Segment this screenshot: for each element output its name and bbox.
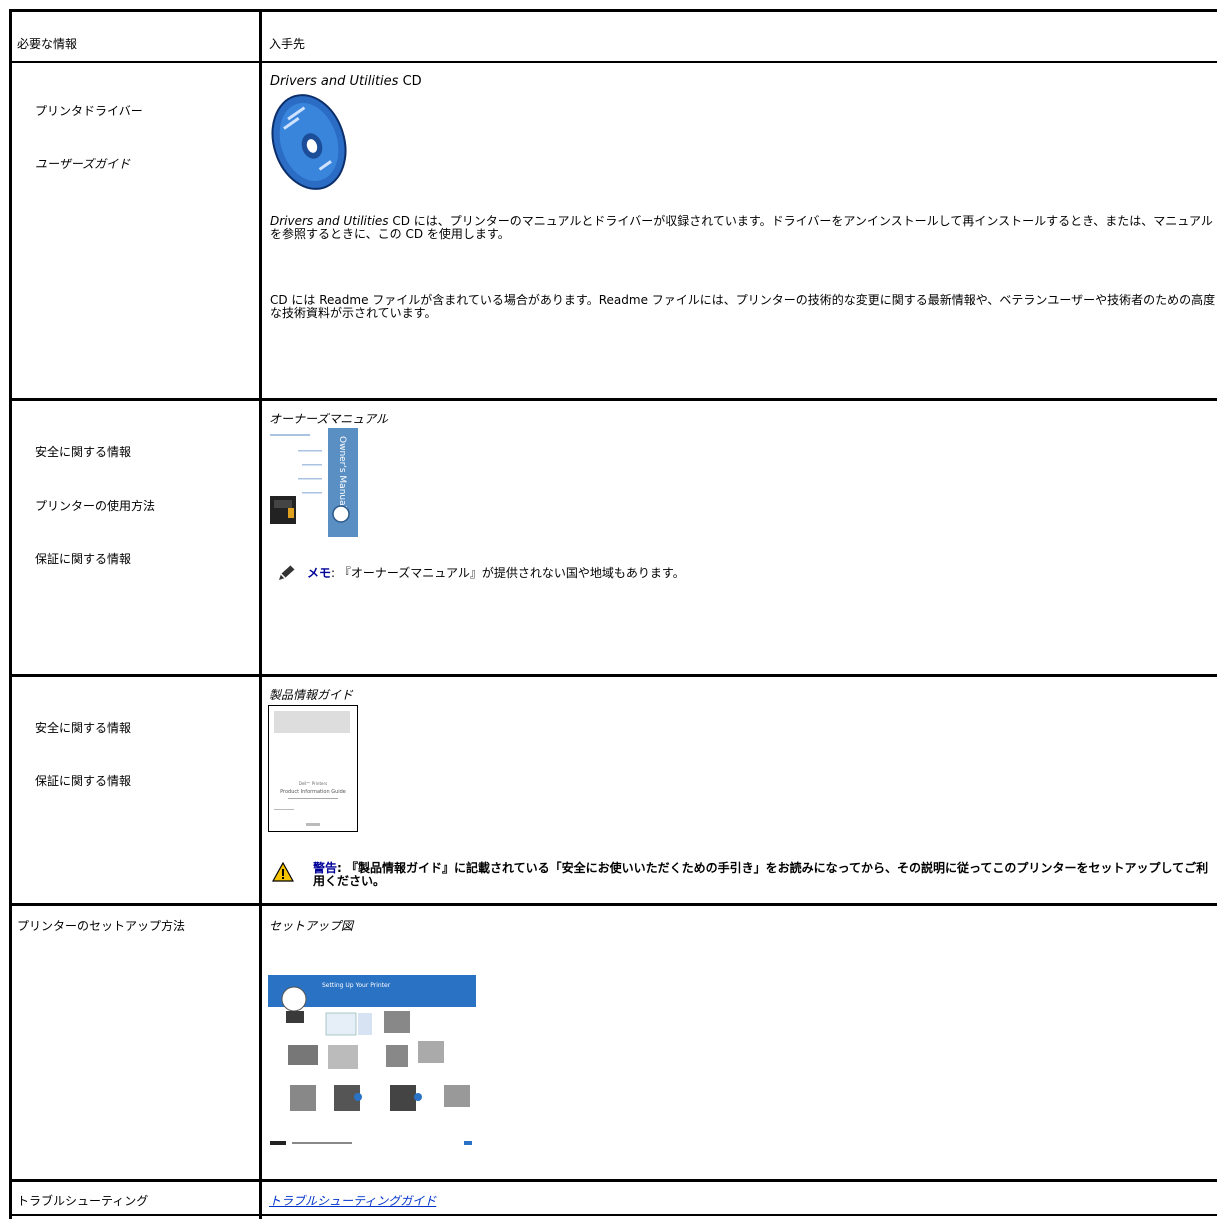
row3-item-warranty: 保証に関する情報 xyxy=(35,774,132,788)
row4-item-setup: プリンターのセットアップ方法 xyxy=(17,919,186,933)
header-source: 入手先 xyxy=(269,37,306,51)
row2-note-label: メモ xyxy=(307,566,332,580)
row1-source-title: Drivers and Utilities CD xyxy=(270,75,422,89)
cd-disc-icon xyxy=(271,94,347,190)
row-divider xyxy=(9,674,1217,677)
row2-item-safety: 安全に関する情報 xyxy=(35,445,132,459)
column-divider xyxy=(259,9,262,1219)
row-divider xyxy=(9,398,1217,401)
row-divider xyxy=(9,903,1217,906)
row1-para1-rest: CD には、プリンターのマニュアルとドライバーが収録されています。ドライバーをア… xyxy=(270,214,1213,241)
row2-note: メモ: 『オーナーズマニュアル』が提供されない国や地域もあります。 xyxy=(307,566,685,580)
row1-para1-italic: Drivers and Utilities xyxy=(270,214,389,228)
product-info-guide-cover-icon: Dell™ Printers Product Information Guide xyxy=(268,705,358,832)
table-border-left xyxy=(9,9,12,1219)
table-border-top xyxy=(9,9,1217,12)
row2-note-text: : 『オーナーズマニュアル』が提供されない国や地域もあります。 xyxy=(331,566,685,580)
row1-source-title-italic: Drivers and Utilities xyxy=(270,74,399,89)
troubleshooting-guide-link[interactable]: トラブルシューティングガイド xyxy=(269,1194,436,1208)
row1-para-2: CD には Readme ファイルが含まれている場合があります。Readme フ… xyxy=(270,293,1216,320)
header-required-info: 必要な情報 xyxy=(17,37,78,51)
row3-source-title: 製品情報ガイド xyxy=(269,688,354,702)
row2-source-title: オーナーズマニュアル xyxy=(269,412,389,426)
row1-item-users-guide: ユーザーズガイド xyxy=(35,157,131,171)
guide-cover-title: Product Information Guide xyxy=(280,789,346,795)
row-divider xyxy=(9,61,1217,63)
row2-item-warranty: 保証に関する情報 xyxy=(35,552,132,566)
owners-manual-cover-text: Owner's Manual xyxy=(337,436,347,508)
row1-item-printer-driver: プリンタドライバー xyxy=(35,104,143,118)
row-divider xyxy=(9,1214,1217,1216)
row2-item-usage: プリンターの使用方法 xyxy=(35,499,156,513)
setup-diagram-icon: Setting Up Your Printer xyxy=(268,975,476,1151)
info-table xyxy=(9,9,1217,1219)
row5-item-troubleshooting: トラブルシューティング xyxy=(17,1194,149,1208)
row3-item-safety: 安全に関する情報 xyxy=(35,721,132,735)
row1-para-1: Drivers and Utilities CD には、プリンターのマニュアルと… xyxy=(270,215,1217,241)
warning-triangle-icon xyxy=(272,862,294,882)
row1-source-title-rest: CD xyxy=(398,74,422,89)
setup-diagram-title: Setting Up Your Printer xyxy=(322,982,391,989)
note-pencil-icon xyxy=(277,564,297,582)
row3-warning-text: : 『製品情報ガイド』に記載されている「安全にお使いいただくための手引き」をお読… xyxy=(313,861,1209,888)
row-divider xyxy=(9,1179,1217,1182)
row3-warning: 警告: 『製品情報ガイド』に記載されている「安全にお使いいただくための手引き」を… xyxy=(313,862,1213,888)
row3-warning-label: 警告 xyxy=(313,861,338,875)
guide-cover-brand: Dell™ Printers xyxy=(299,781,327,786)
row4-source-title: セットアップ図 xyxy=(269,919,354,933)
owners-manual-cover-icon: Owner's Manual xyxy=(268,428,358,537)
